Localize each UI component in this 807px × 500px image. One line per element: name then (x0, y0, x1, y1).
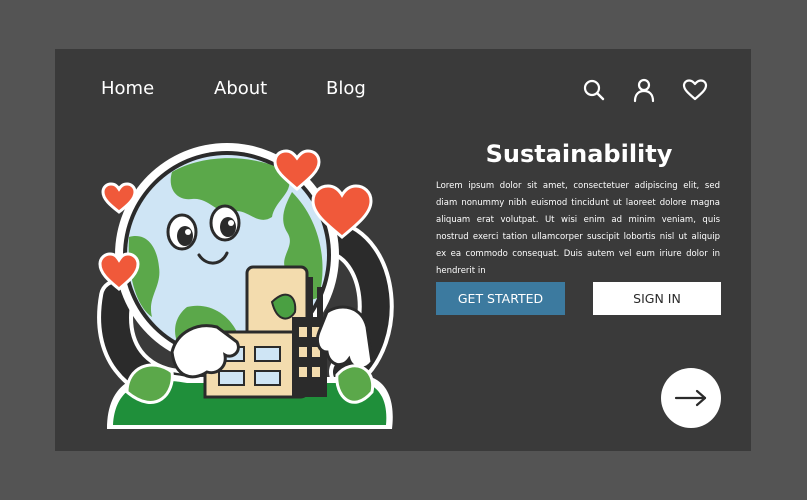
sign-in-button[interactable]: SIGN IN (593, 282, 721, 315)
get-started-button[interactable]: GET STARTED (436, 282, 565, 315)
earth-factory-illustration (97, 137, 397, 429)
page-title: Sustainability (485, 140, 673, 168)
landing-card: Home About Blog Sustainability Lorem ips… (55, 49, 751, 451)
top-nav: Home About Blog (55, 49, 751, 131)
heart-icon[interactable] (682, 77, 708, 103)
nav-link-blog[interactable]: Blog (326, 78, 366, 100)
next-button[interactable] (661, 368, 721, 428)
nav-link-about[interactable]: About (214, 78, 267, 100)
user-icon[interactable] (631, 77, 657, 103)
arrow-right-icon (674, 388, 708, 408)
nav-link-home[interactable]: Home (101, 78, 154, 100)
hero-description: Lorem ipsum dolor sit amet, consectetuer… (436, 181, 720, 276)
search-icon[interactable] (581, 77, 607, 103)
